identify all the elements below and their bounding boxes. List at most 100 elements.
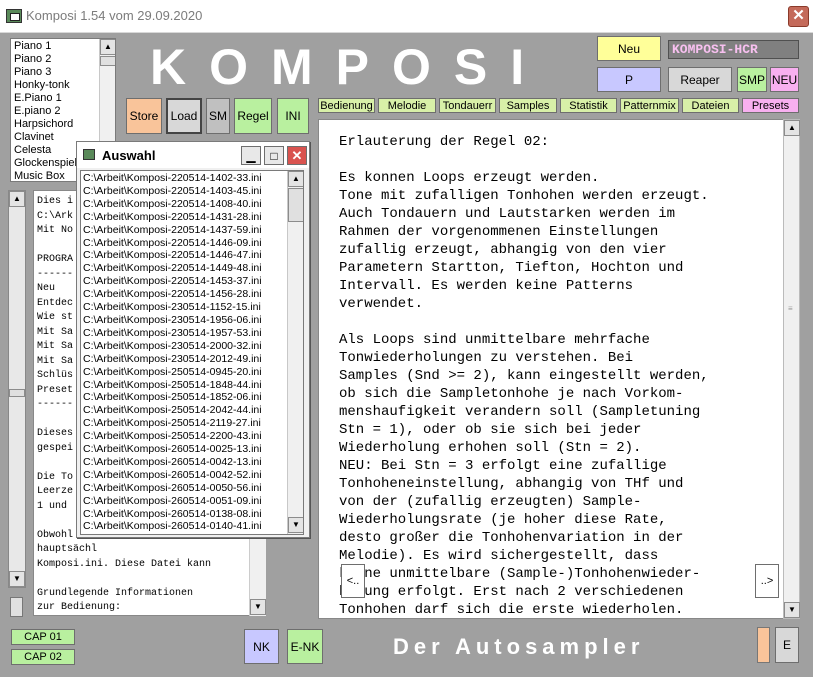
scrollbar-thumb[interactable]	[9, 389, 25, 397]
list-item[interactable]: C:\Arbeit\Komposi-220514-1403-45.ini	[81, 185, 286, 198]
list-item[interactable]: Piano 2	[12, 53, 100, 66]
list-item[interactable]: C:\Arbeit\Komposi-250514-2200-43.ini	[81, 430, 286, 443]
text-line: Erlauterung der Regel 02:	[339, 134, 550, 150]
list-item[interactable]: C:\Arbeit\Komposi-230514-2000-32.ini	[81, 340, 286, 353]
orange-indicator[interactable]	[757, 627, 770, 663]
list-item[interactable]: C:\Arbeit\Komposi-220514-1449-48.ini	[81, 262, 286, 275]
subtitle: Der Autosampler	[393, 634, 645, 659]
text-line: Grundlegende Informationen	[37, 587, 194, 599]
scroll-up-icon[interactable]: ▲	[9, 191, 25, 207]
text-line: Als Loops sind unmittelbare mehrfache	[339, 332, 650, 348]
neu2-button[interactable]: NEU	[770, 67, 799, 92]
tab-tondauerr[interactable]: Tondauerr	[439, 98, 496, 113]
left-scrollbar[interactable]: ▲ ▼	[8, 190, 26, 588]
tab-bedienung[interactable]: Bedienung	[318, 98, 375, 113]
list-item[interactable]: C:\Arbeit\Komposi-260514-0025-13.ini	[81, 443, 286, 456]
neu-button[interactable]: Neu	[597, 36, 661, 61]
list-item[interactable]: C:\Arbeit\Komposi-230514-1152-15.ini	[81, 301, 286, 314]
next-button[interactable]: ..>	[755, 564, 779, 598]
main-scrollbar[interactable]: ▲ ≡ ▼	[783, 119, 800, 619]
list-item[interactable]: C:\Arbeit\Komposi-260514-0140-41.ini	[81, 520, 286, 533]
scroll-down-icon[interactable]: ▼	[784, 602, 800, 618]
list-item[interactable]: C:\Arbeit\Komposi-260514-0138-08.ini	[81, 508, 286, 521]
text-line	[339, 151, 783, 169]
cap01-button[interactable]: CAP 01	[11, 629, 75, 645]
maximize-button[interactable]: □	[264, 146, 284, 165]
text-line: von der (zufallig erzeugten) Sample-	[339, 494, 642, 510]
list-item[interactable]: C:\Arbeit\Komposi-250514-2119-27.ini	[81, 417, 286, 430]
load-button[interactable]: Load	[166, 98, 202, 134]
nk-button[interactable]: NK	[244, 629, 279, 664]
text-line: zufallig erzeugt, abhangig von den vier	[339, 242, 667, 258]
scroll-up-icon[interactable]: ▲	[288, 171, 303, 187]
text-line: ob sich die Sampletonhohe je nach Vorkom…	[339, 386, 684, 402]
text-line: Wiederholungsrate (je hoher diese Rate,	[339, 512, 667, 528]
list-item[interactable]: C:\Arbeit\Komposi-250514-1852-06.ini	[81, 391, 286, 404]
text-line: Tonwiederholungen zu verstehen. Bei	[339, 350, 634, 366]
scroll-down-icon[interactable]: ▼	[288, 517, 303, 533]
scroll-up-icon[interactable]: ▲	[100, 39, 115, 55]
list-item[interactable]: C:\Arbeit\Komposi-220514-1456-28.ini	[81, 288, 286, 301]
list-item[interactable]: C:\Arbeit\Komposi-250514-1848-44.ini	[81, 379, 286, 392]
sm-button[interactable]: SM	[206, 98, 230, 134]
list-item[interactable]: C:\Arbeit\Komposi-220514-1402-33.ini	[81, 172, 286, 185]
tab-presets[interactable]: Presets	[742, 98, 799, 113]
list-item[interactable]: Piano 1	[12, 40, 100, 53]
list-item[interactable]: C:\Arbeit\Komposi-220514-1431-28.ini	[81, 211, 286, 224]
text-line	[339, 313, 783, 331]
list-item[interactable]: C:\Arbeit\Komposi-260514-0050-56.ini	[81, 482, 286, 495]
scrollbar-thumb[interactable]	[288, 188, 303, 222]
list-item[interactable]: C:\Arbeit\Komposi-230514-1956-06.ini	[81, 314, 286, 327]
text-line: Stn = 1), oder ob sie sich bei jeder	[339, 422, 642, 438]
text-line	[37, 572, 264, 587]
scroll-grip-icon: ≡	[788, 304, 793, 313]
tab-melodie[interactable]: Melodie	[378, 98, 436, 113]
dialog-icon	[83, 149, 95, 160]
list-item[interactable]: C:\Arbeit\Komposi-260514-0051-09.ini	[81, 495, 286, 508]
list-item[interactable]: Piano 3	[12, 66, 100, 79]
list-item[interactable]: Honky-tonk	[12, 79, 100, 92]
list-item[interactable]: E.piano 2	[12, 105, 100, 118]
enk-button[interactable]: E-NK	[287, 629, 323, 664]
tab-statistik[interactable]: Statistik	[560, 98, 617, 113]
tab-patternmix[interactable]: Patternmix	[620, 98, 679, 113]
list-item[interactable]: E.Piano 1	[12, 92, 100, 105]
list-item[interactable]: C:\Arbeit\Komposi-260514-0042-13.ini	[81, 456, 286, 469]
scroll-down-icon[interactable]: ▼	[250, 599, 266, 615]
file-list[interactable]: C:\Arbeit\Komposi-220514-1402-33.ini C:\A…	[80, 170, 304, 535]
scroll-up-icon[interactable]: ▲	[784, 120, 800, 136]
cap02-button[interactable]: CAP 02	[11, 649, 75, 665]
close-button[interactable]: ✕	[788, 6, 809, 27]
list-item[interactable]: C:\Arbeit\Komposi-260514-0042-52.ini	[81, 469, 286, 482]
text-line: Intervall. Es werden keine Patterns	[339, 278, 634, 294]
smp-button[interactable]: SMP	[737, 67, 767, 92]
list-item[interactable]: C:\Arbeit\Komposi-250514-2042-44.ini	[81, 404, 286, 417]
dialog-close-button[interactable]: ✕	[287, 146, 307, 165]
text-line: menshaufigkeit verandern soll (Sampletun…	[339, 404, 701, 420]
preset-name-field[interactable]: KOMPOSI-HCR	[668, 40, 799, 59]
prev-button[interactable]: <..	[341, 564, 365, 598]
list-item[interactable]: Harpsichord	[12, 118, 100, 131]
list-item[interactable]: C:\Arbeit\Komposi-220514-1408-40.ini	[81, 198, 286, 211]
scrollbar-thumb[interactable]	[100, 56, 115, 66]
text-line: zur Bedienung:	[37, 602, 122, 613]
ini-button[interactable]: INI	[277, 98, 309, 134]
tab-samples[interactable]: Samples	[499, 98, 557, 113]
text-line: holung erfolgt. Erst nach 2 verschiedene…	[339, 584, 684, 600]
list-item[interactable]: C:\Arbeit\Komposi-220514-1453-37.ini	[81, 275, 286, 288]
e-button[interactable]: E	[775, 627, 799, 663]
regel-button[interactable]: Regel	[234, 98, 272, 134]
list-item[interactable]: C:\Arbeit\Komposi-220514-1446-09.ini	[81, 237, 286, 250]
store-button[interactable]: Store	[126, 98, 162, 134]
reaper-button[interactable]: Reaper	[668, 67, 732, 92]
scroll-down-icon[interactable]: ▼	[9, 571, 25, 587]
list-item[interactable]: C:\Arbeit\Komposi-230514-1957-53.ini	[81, 327, 286, 340]
p-button[interactable]: P	[597, 67, 661, 92]
list-item[interactable]: C:\Arbeit\Komposi-250514-0945-20.ini	[81, 366, 286, 379]
text-line: desto großer die Tonhohenvariation in de…	[339, 530, 684, 546]
list-item[interactable]: C:\Arbeit\Komposi-220514-1446-47.ini	[81, 249, 286, 262]
list-item[interactable]: C:\Arbeit\Komposi-230514-2012-49.ini	[81, 353, 286, 366]
list-item[interactable]: C:\Arbeit\Komposi-220514-1437-59.ini	[81, 224, 286, 237]
tab-dateien[interactable]: Dateien	[682, 98, 739, 113]
minimize-button[interactable]: ▁	[241, 146, 261, 165]
